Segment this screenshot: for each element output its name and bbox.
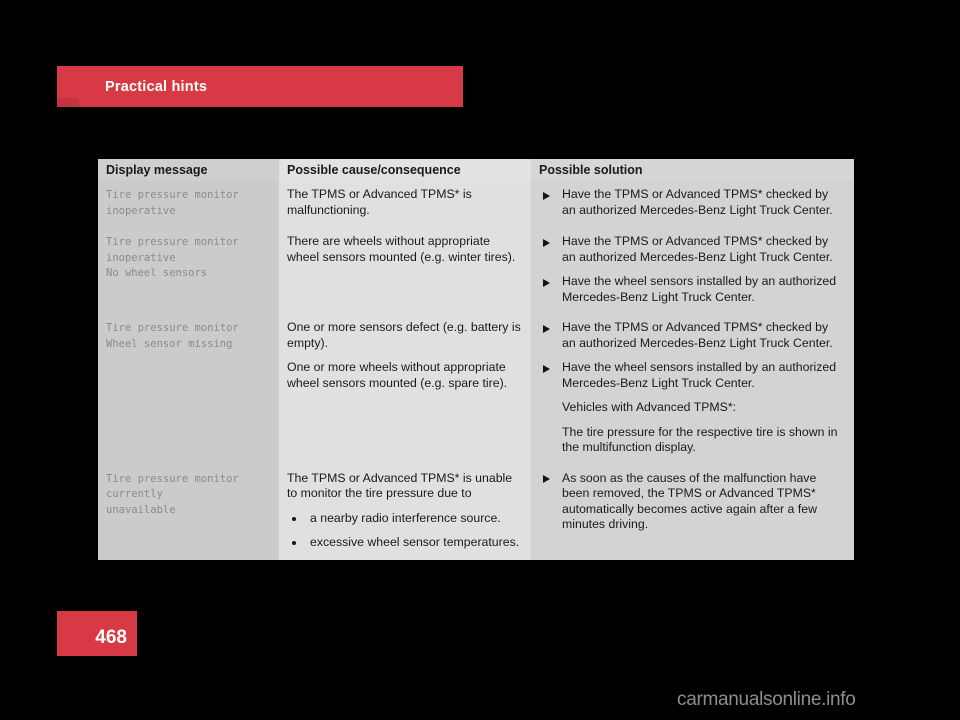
page-number-box: 468 (57, 611, 137, 656)
message-line: No wheel sensors (106, 267, 208, 279)
cell-display-message: Tire pressure monitor inoperative (98, 181, 279, 228)
column-header-possible-cause: Possible cause/consequence (279, 159, 531, 181)
solution-note: Vehicles with Advanced TPMS*: (562, 400, 737, 414)
message-line: Tire pressure monitor (106, 236, 239, 248)
solution-item: Have the wheel sensors installed by an a… (539, 360, 844, 391)
cell-possible-solution: Have the TPMS or Advanced TPMS* checked … (531, 181, 854, 228)
solution-list: As soon as the causes of the malfunction… (539, 471, 844, 533)
cell-possible-cause: One or more sensors defect (e.g. battery… (279, 314, 531, 465)
column-header-possible-solution: Possible solution (531, 159, 854, 181)
cell-display-message: Tire pressure monitor inoperative No whe… (98, 228, 279, 314)
solution-item: Have the wheel sensors installed by an a… (539, 274, 844, 305)
watermark: carmanualsonline.info (677, 689, 856, 710)
solution-text: Have the TPMS or Advanced TPMS* checked … (562, 320, 833, 350)
solution-text: Have the TPMS or Advanced TPMS* checked … (562, 187, 833, 217)
page-number: 468 (95, 627, 127, 648)
cell-display-message: Tire pressure monitor Wheel sensor missi… (98, 314, 279, 465)
solution-item: Have the TPMS or Advanced TPMS* checked … (539, 320, 844, 351)
page-title: Practical hints (105, 79, 208, 95)
cause-text: a nearby radio interference source. (310, 510, 501, 525)
cell-possible-solution: Have the TPMS or Advanced TPMS* checked … (531, 228, 854, 314)
table-row: Tire pressure monitor Wheel sensor missi… (98, 314, 854, 465)
display-messages-table: Display message Possible cause/consequen… (98, 159, 854, 560)
message-line: Wheel sensor missing (106, 337, 233, 350)
cell-possible-cause: The TPMS or Advanced TPMS* is malfunctio… (279, 181, 531, 228)
cell-possible-solution: As soon as the causes of the malfunction… (531, 464, 854, 560)
message-line: unavailable (106, 503, 176, 516)
cause-paragraph: One or more sensors defect (e.g. battery… (287, 320, 521, 350)
section-header-tab (57, 98, 79, 107)
table-row: Tire pressure monitor inoperative The TP… (98, 181, 854, 228)
solution-list: Have the TPMS or Advanced TPMS* checked … (539, 187, 844, 218)
table-row: Tire pressure monitor inoperative No whe… (98, 228, 854, 314)
message-line: inoperative (106, 204, 176, 217)
cause-paragraph: The TPMS or Advanced TPMS* is malfunctio… (287, 187, 472, 217)
cell-possible-cause: The TPMS or Advanced TPMS* is unable to … (279, 464, 531, 560)
message-line: inoperative (106, 251, 176, 264)
cause-bullet-list: a nearby radio interference source. exce… (287, 511, 521, 551)
solution-text: Have the wheel sensors installed by an a… (562, 360, 837, 390)
solution-item: Have the TPMS or Advanced TPMS* checked … (539, 234, 844, 265)
solution-list: Have the TPMS or Advanced TPMS* checked … (539, 234, 844, 305)
solution-list: Have the TPMS or Advanced TPMS* checked … (539, 320, 844, 456)
message-line: Tire pressure monitor (106, 322, 239, 334)
solution-item: Have the TPMS or Advanced TPMS* checked … (539, 187, 844, 218)
cause-text: excessive wheel sensor temperatures. (310, 535, 520, 549)
cause-paragraph: One or more wheels without appropriate w… (287, 360, 508, 390)
cause-paragraph: There are wheels without appropriate whe… (287, 234, 516, 264)
table-header-row: Display message Possible cause/consequen… (98, 159, 854, 181)
message-line: Tire pressure monitor (106, 472, 239, 485)
cell-possible-cause: There are wheels without appropriate whe… (279, 228, 531, 314)
solution-text: Have the TPMS or Advanced TPMS* checked … (562, 234, 833, 264)
cause-item: a nearby radio interference source. (287, 511, 521, 527)
cell-possible-solution: Have the TPMS or Advanced TPMS* checked … (531, 314, 854, 465)
message-line: Tire pressure monitor (106, 189, 239, 201)
cause-item: excessive wheel sensor temperatures. (287, 535, 521, 551)
cell-display-message: Tire pressure monitor currently unavaila… (98, 464, 279, 560)
solution-text: Have the wheel sensors installed by an a… (562, 274, 837, 304)
solution-text: As soon as the causes of the malfunction… (562, 470, 817, 532)
table-row: Tire pressure monitor currently unavaila… (98, 464, 854, 560)
solution-item: As soon as the causes of the malfunction… (539, 471, 844, 533)
message-line: currently (106, 488, 163, 500)
cause-intro: The TPMS or Advanced TPMS* is unable to … (287, 470, 513, 501)
column-header-display-message: Display message (98, 159, 279, 181)
solution-note: The tire pressure for the respective tir… (562, 424, 838, 455)
